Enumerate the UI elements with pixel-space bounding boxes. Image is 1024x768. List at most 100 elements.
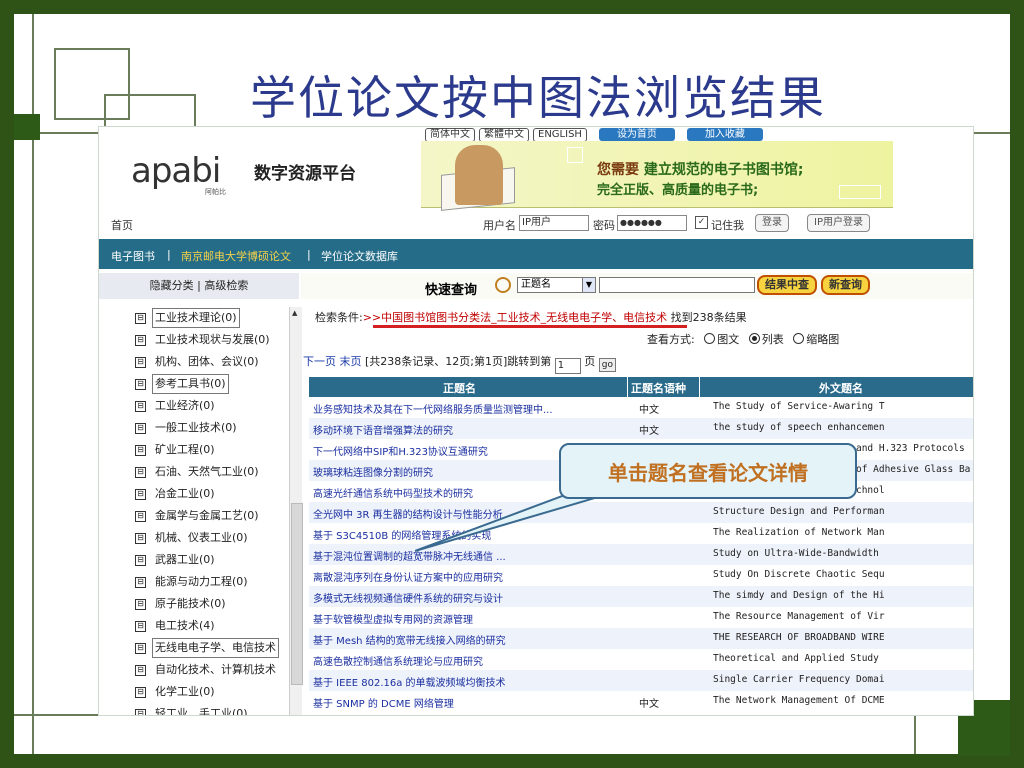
tree-item-label[interactable]: 原子能技术(0): [152, 594, 229, 614]
tree-item-label[interactable]: 金属学与金属工艺(0): [152, 506, 262, 526]
search-in-results-button[interactable]: 结果中查: [757, 275, 817, 295]
result-title-link[interactable]: 高速色散控制通信系统理论与应用研究: [313, 653, 619, 668]
ip-login-button[interactable]: IP用户登录: [807, 214, 870, 232]
collapse-icon[interactable]: ⊟: [135, 598, 146, 610]
tree-item-label[interactable]: 工业技术理论(0): [152, 308, 240, 328]
collapse-icon[interactable]: ⊟: [135, 642, 146, 654]
result-title-link[interactable]: 离散混沌序列在身份认证方案中的应用研究: [313, 569, 619, 584]
collapse-icon[interactable]: ⊟: [135, 554, 146, 566]
collapse-icon[interactable]: ⊟: [135, 664, 146, 676]
tree-item[interactable]: ⊟ 参考工具书(0): [135, 373, 289, 395]
view-image-text-radio[interactable]: [704, 333, 716, 344]
tree-item[interactable]: ⊟ 电工技术(4): [135, 615, 289, 637]
username-input[interactable]: IP用户: [519, 215, 589, 231]
tree-item[interactable]: ⊟ 石油、天然气工业(0): [135, 461, 289, 483]
result-title-link[interactable]: 多模式无线视频通信硬件系统的研究与设计: [313, 590, 619, 605]
tree-item[interactable]: ⊟ 工业技术理论(0): [135, 307, 289, 329]
result-title-link[interactable]: 移动环境下语音增强算法的研究: [313, 422, 619, 437]
collapse-icon[interactable]: ⊟: [135, 576, 146, 588]
search-field-select[interactable]: 正题名 ▼: [517, 277, 596, 293]
tree-item[interactable]: ⊟ 冶金工业(0): [135, 483, 289, 505]
col-title: 正题名: [443, 382, 476, 395]
col-foreign-title: 外文题名: [819, 382, 863, 395]
tree-item-label[interactable]: 能源与动力工程(0): [152, 572, 251, 592]
tree-item-label[interactable]: 武器工业(0): [152, 550, 218, 570]
collapse-icon[interactable]: ⊟: [135, 686, 146, 698]
tree-item[interactable]: ⊟ 无线电电子学、电信技术: [135, 637, 289, 659]
tree-item-label[interactable]: 机械、仪表工业(0): [152, 528, 251, 548]
tree-item-label[interactable]: 无线电电子学、电信技术: [152, 638, 279, 658]
scroll-thumb[interactable]: [291, 503, 303, 685]
tree-item-label[interactable]: 自动化技术、计算机技术: [152, 660, 279, 680]
page-number-input[interactable]: 1: [554, 358, 581, 374]
search-keyword-input[interactable]: [599, 277, 755, 293]
apabi-logo[interactable]: apabi: [131, 151, 221, 191]
tree-item[interactable]: ⊟ 能源与动力工程(0): [135, 571, 289, 593]
tree-item-label[interactable]: 参考工具书(0): [152, 374, 229, 394]
result-title-link[interactable]: 基于 IEEE 802.16a 的单载波频域均衡技术: [313, 674, 619, 689]
view-list-radio[interactable]: [748, 333, 760, 344]
nav-njupt-thesis[interactable]: 南京邮电大学博硕论文: [181, 248, 291, 264]
new-search-button[interactable]: 新查询: [821, 275, 870, 295]
tree-item[interactable]: ⊟ 机构、团体、会议(0): [135, 351, 289, 373]
condition-path-link[interactable]: >>中国图书馆图书分类法_工业技术_无线电电子学、电信技术: [363, 311, 667, 324]
nav-ebooks[interactable]: 电子图书: [111, 248, 155, 264]
set-homepage-button[interactable]: 设为首页: [598, 128, 675, 141]
collapse-icon[interactable]: ⊟: [135, 312, 146, 324]
collapse-icon[interactable]: ⊟: [135, 356, 146, 368]
collapse-icon[interactable]: ⊟: [135, 334, 146, 346]
chevron-down-icon[interactable]: ▼: [582, 278, 595, 292]
collapse-icon[interactable]: ⊟: [135, 466, 146, 478]
tree-item-label[interactable]: 电工技术(4): [152, 616, 218, 636]
tree-item[interactable]: ⊟ 矿业工程(0): [135, 439, 289, 461]
tree-item[interactable]: ⊟ 机械、仪表工业(0): [135, 527, 289, 549]
tree-item[interactable]: ⊟ 原子能技术(0): [135, 593, 289, 615]
remember-checkbox[interactable]: ✓: [695, 216, 708, 229]
tree-item-label[interactable]: 矿业工程(0): [152, 440, 218, 460]
tree-item[interactable]: ⊟ 工业技术现状与发展(0): [135, 329, 289, 351]
tree-item-label[interactable]: 工业技术现状与发展(0): [152, 330, 273, 350]
login-button[interactable]: 登录: [755, 214, 789, 232]
tree-item[interactable]: ⊟ 轻工业、手工业(0): [135, 703, 289, 715]
tree-item-label[interactable]: 冶金工业(0): [152, 484, 218, 504]
next-page-link[interactable]: 下一页: [303, 355, 336, 368]
tree-scrollbar[interactable]: ▲: [289, 307, 303, 715]
lang-english-link[interactable]: ENGLISH: [533, 128, 587, 142]
collapse-icon[interactable]: ⊟: [135, 422, 146, 434]
result-title-link[interactable]: 基于 Mesh 结构的宽带无线接入网络的研究: [313, 632, 619, 647]
tree-item-label[interactable]: 机构、团体、会议(0): [152, 352, 262, 372]
lang-simplified-link[interactable]: 简体中文: [425, 128, 475, 142]
add-favorite-button[interactable]: 加入收藏: [686, 128, 763, 141]
collapse-icon[interactable]: ⊟: [135, 400, 146, 412]
collapse-icon[interactable]: ⊟: [135, 488, 146, 500]
tree-item-label[interactable]: 一般工业技术(0): [152, 418, 240, 438]
tree-item[interactable]: ⊟ 一般工业技术(0): [135, 417, 289, 439]
tree-item-label[interactable]: 轻工业、手工业(0): [152, 704, 251, 715]
tree-item[interactable]: ⊟ 金属学与金属工艺(0): [135, 505, 289, 527]
collapse-icon[interactable]: ⊟: [135, 510, 146, 522]
last-page-link[interactable]: 末页: [340, 355, 362, 368]
home-link[interactable]: 首页: [111, 217, 133, 233]
collapse-icon[interactable]: ⊟: [135, 532, 146, 544]
tree-item[interactable]: ⊟ 自动化技术、计算机技术: [135, 659, 289, 681]
tree-item-label[interactable]: 工业经济(0): [152, 396, 218, 416]
scroll-up-icon[interactable]: ▲: [292, 309, 297, 317]
result-title-link[interactable]: 业务感知技术及其在下一代网络服务质量监测管理中...: [313, 401, 619, 416]
result-title-link[interactable]: 基于 SNMP 的 DCME 网络管理: [313, 695, 619, 710]
result-title-link[interactable]: 基于软管模型虚拟专用网的资源管理: [313, 611, 619, 626]
tree-item[interactable]: ⊟ 化学工业(0): [135, 681, 289, 703]
collapse-icon[interactable]: ⊟: [135, 620, 146, 632]
tree-item-label[interactable]: 石油、天然气工业(0): [152, 462, 262, 482]
go-button[interactable]: go: [598, 358, 617, 372]
tree-item[interactable]: ⊟ 工业经济(0): [135, 395, 289, 417]
collapse-icon[interactable]: ⊟: [135, 444, 146, 456]
collapse-icon[interactable]: ⊟: [135, 378, 146, 390]
collapse-icon[interactable]: ⊟: [135, 708, 146, 715]
view-thumbnail-radio[interactable]: [793, 333, 805, 344]
hide-category-advanced-search[interactable]: 隐藏分类 | 高级检索: [99, 273, 299, 299]
lang-traditional-link[interactable]: 繁體中文: [479, 128, 529, 142]
password-input[interactable]: ●●●●●●: [617, 215, 687, 231]
nav-thesis-db[interactable]: 学位论文数据库: [321, 248, 398, 264]
tree-item[interactable]: ⊟ 武器工业(0): [135, 549, 289, 571]
tree-item-label[interactable]: 化学工业(0): [152, 682, 218, 702]
